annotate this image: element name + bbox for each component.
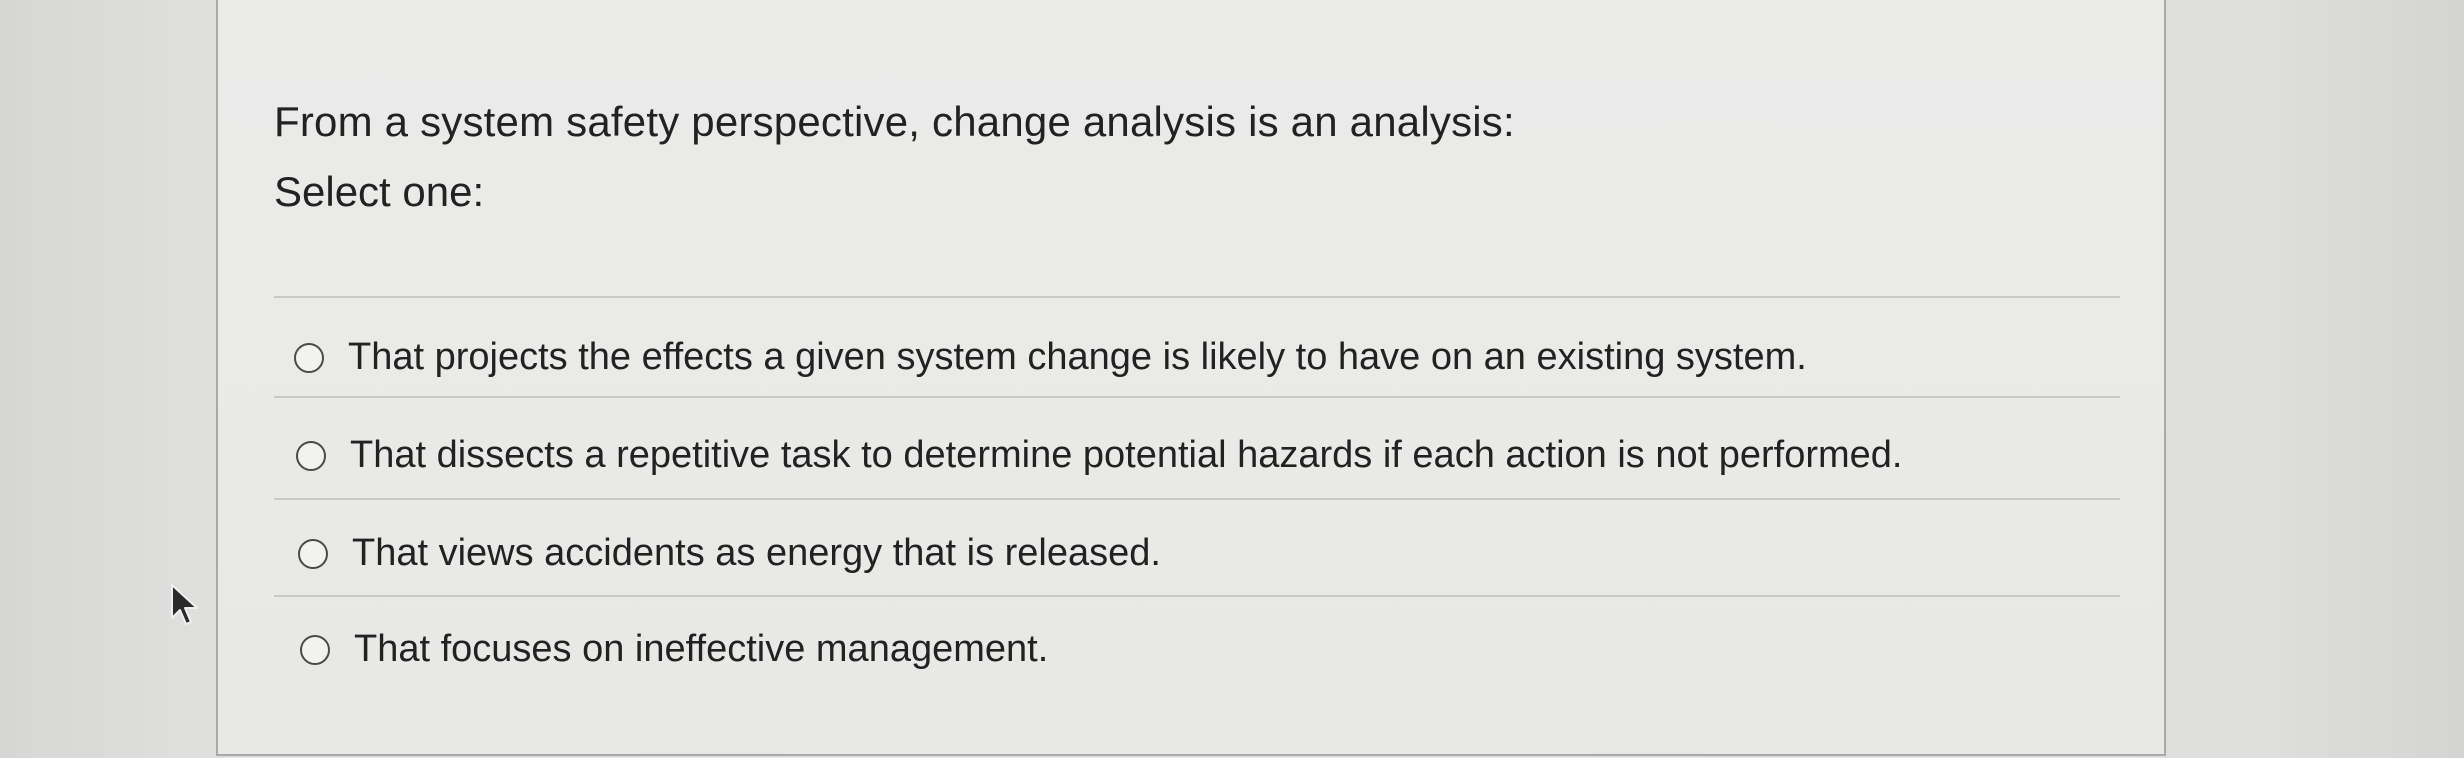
divider [274,595,2120,597]
answer-option-3[interactable]: That views accidents as energy that is r… [298,532,1161,575]
select-instruction: Select one: [274,168,485,215]
divider [274,396,2120,398]
radio-unchecked-icon[interactable] [296,440,326,471]
option-label: That views accidents as energy that is r… [352,532,1161,574]
option-label: That dissects a repetitive task to deter… [350,434,1903,476]
option-label: That projects the effects a given system… [348,336,1807,378]
radio-unchecked-icon[interactable] [300,634,330,665]
radio-unchecked-icon[interactable] [294,342,324,373]
divider [274,498,2120,500]
mouse-pointer-icon [171,584,198,625]
radio-unchecked-icon[interactable] [298,538,328,569]
option-label: That focuses on ineffective management. [354,628,1049,670]
divider [274,296,2120,298]
question-card: From a system safety perspective, change… [216,0,2166,756]
answer-option-4[interactable]: That focuses on ineffective management. [300,628,1048,671]
answer-option-1[interactable]: That projects the effects a given system… [294,336,1807,379]
question-prompt: From a system safety perspective, change… [274,98,1515,145]
answer-option-2[interactable]: That dissects a repetitive task to deter… [296,434,1902,477]
